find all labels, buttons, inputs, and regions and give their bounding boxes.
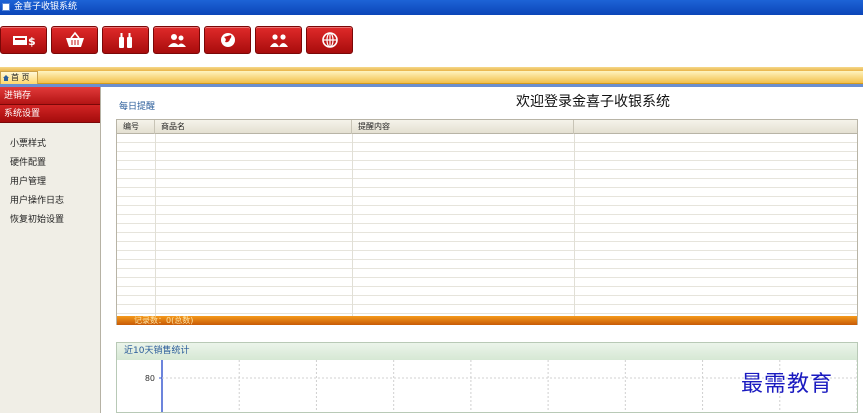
watermark-text: 最需教育	[741, 372, 834, 397]
sidebar-section-inventory[interactable]: 进销存	[0, 87, 100, 105]
column-divider	[574, 134, 575, 316]
window-title: 金喜子收银系统	[14, 2, 78, 12]
globe-icon	[220, 33, 235, 47]
users-icon	[269, 34, 288, 47]
column-header-product[interactable]: 商品名	[155, 120, 352, 134]
table-footer-count: 记录数：0(总数)	[117, 316, 857, 325]
toolbar-button-network[interactable]	[306, 26, 353, 54]
main-content: 每日提醒 欢迎登录金喜子收银系统 编号 商品名 提醒内容 记录数：0(总数) 近…	[101, 87, 863, 413]
column-divider	[352, 134, 353, 316]
app-icon	[2, 3, 10, 11]
sidebar-item-receipt-style[interactable]: 小票样式	[10, 135, 100, 154]
cash-register-icon: $	[12, 35, 36, 48]
y-tick-label: 80	[145, 374, 155, 383]
toolbar-button-members[interactable]	[153, 26, 200, 54]
basket-icon	[65, 31, 84, 47]
daily-reminder-label: 每日提醒	[119, 102, 156, 112]
sidebar-item-user-log[interactable]: 用户操作日志	[10, 192, 100, 211]
bottles-icon	[118, 33, 132, 48]
tab-bar: 首 页	[0, 71, 863, 84]
sidebar-item-reset-settings[interactable]: 恢复初始设置	[10, 211, 100, 230]
toolbar-button-users[interactable]	[255, 26, 302, 54]
sidebar: 进销存 系统设置 小票样式 硬件配置 用户管理 用户操作日志 恢复初始设置	[0, 87, 101, 413]
toolbar-button-globe[interactable]	[204, 26, 251, 54]
welcome-heading: 欢迎登录金喜子收银系统	[516, 94, 670, 110]
sidebar-settings-list: 小票样式 硬件配置 用户管理 用户操作日志 恢复初始设置	[0, 123, 100, 230]
tab-home-label: 首 页	[11, 73, 30, 82]
svg-text:$: $	[28, 35, 36, 48]
window-titlebar: 金喜子收银系统	[0, 0, 863, 15]
toolbar-button-cash-register[interactable]: $	[0, 26, 47, 54]
column-header-id[interactable]: 编号	[117, 120, 155, 134]
tab-home[interactable]: 首 页	[0, 71, 38, 84]
column-header-reminder[interactable]: 提醒内容	[352, 120, 574, 134]
home-icon	[3, 75, 9, 81]
table-body	[117, 134, 857, 316]
toolbar-button-basket[interactable]	[51, 26, 98, 54]
sidebar-item-user-management[interactable]: 用户管理	[10, 173, 100, 192]
column-header-extra[interactable]	[574, 120, 857, 134]
toolbar-button-products[interactable]	[102, 26, 149, 54]
chart-title: 近10天销售统计	[117, 343, 857, 360]
main-toolbar: $	[0, 15, 863, 67]
sidebar-item-hardware-config[interactable]: 硬件配置	[10, 154, 100, 173]
members-icon	[167, 34, 186, 47]
table-header: 编号 商品名 提醒内容	[117, 120, 857, 134]
reminder-table: 编号 商品名 提醒内容 记录数：0(总数)	[116, 119, 858, 325]
network-globe-icon	[321, 32, 338, 48]
sidebar-section-settings[interactable]: 系统设置	[0, 105, 100, 123]
column-divider	[155, 134, 156, 316]
